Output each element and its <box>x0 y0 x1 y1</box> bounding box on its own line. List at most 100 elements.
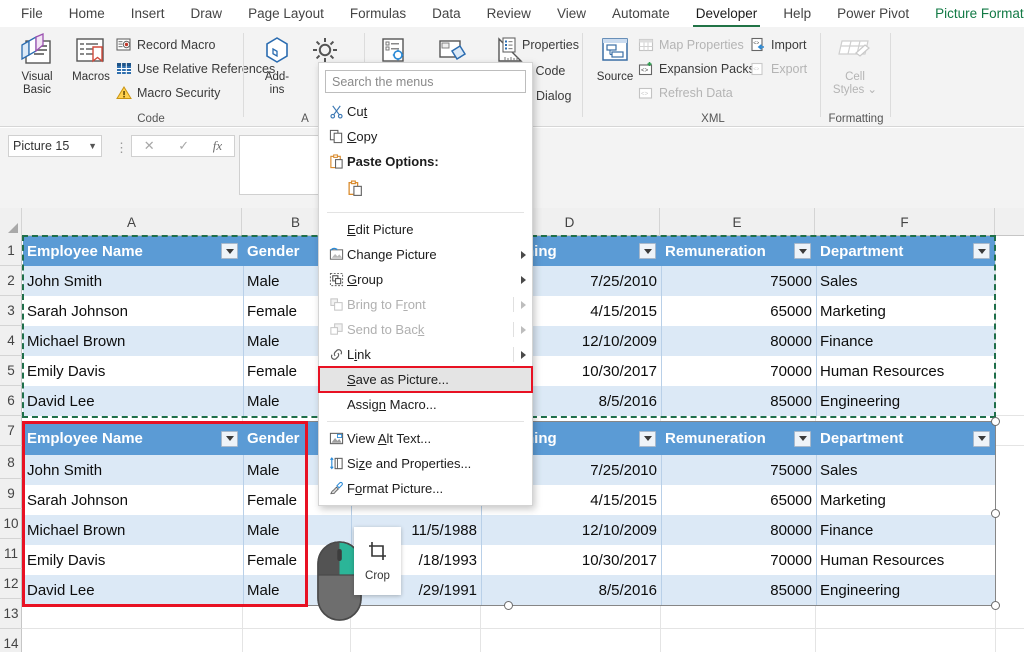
column-header-G[interactable] <box>995 208 1024 236</box>
properties-button[interactable]: Properties <box>501 37 579 53</box>
menu-item-edit-picture[interactable]: Edit Picture <box>319 217 532 242</box>
pic-filter-button-employee-name <box>221 430 238 447</box>
resize-handle-top-right[interactable] <box>991 417 1000 426</box>
tab-insert[interactable]: Insert <box>118 3 178 24</box>
paste-option-picture-icon[interactable] <box>347 180 364 202</box>
tab-page-layout[interactable]: Page Layout <box>235 3 337 24</box>
import-button[interactable]: <> Import <box>750 37 806 53</box>
menu-item-copy[interactable]: Copy <box>319 124 532 149</box>
column-header-A[interactable]: A <box>22 208 242 236</box>
filter-button-employee-name[interactable] <box>221 243 238 259</box>
menu-item-link[interactable]: Link <box>319 342 532 367</box>
tab-file[interactable]: File <box>8 3 56 24</box>
cell-remuneration: 80000 <box>661 326 816 356</box>
menu-item-assign-macro[interactable]: Assign Macro... <box>319 392 532 417</box>
chevron-down-icon[interactable]: ▼ <box>88 141 97 151</box>
menu-item-cut[interactable]: Cut <box>319 99 532 124</box>
column-header-E[interactable]: E <box>660 208 815 236</box>
search-menus-placeholder: Search the menus <box>332 74 434 89</box>
menu-item-assign-macro-label: Assign Macro... <box>347 397 437 412</box>
cell-remuneration: 75000 <box>661 266 816 296</box>
row-header-14[interactable]: 14 <box>0 629 22 652</box>
cell-employee-name: Michael Brown <box>23 326 243 356</box>
row-header-12[interactable]: 12 <box>0 569 22 599</box>
tab-developer[interactable]: Developer <box>683 3 771 27</box>
menu-item-save-as-picture[interactable]: Save as Picture... <box>318 366 533 393</box>
cell-department: Sales <box>816 266 995 296</box>
tab-review[interactable]: Review <box>474 3 544 24</box>
tab-power-pivot[interactable]: Power Pivot <box>824 3 922 24</box>
row-header-4[interactable]: 4 <box>0 326 22 356</box>
tab-home[interactable]: Home <box>56 3 118 24</box>
tab-data[interactable]: Data <box>419 3 474 24</box>
cancel-icon[interactable]: ✕ <box>144 138 155 154</box>
cell-department: Engineering <box>816 386 995 416</box>
menu-item-change-picture[interactable]: Change Picture <box>319 242 532 267</box>
row-header-10[interactable]: 10 <box>0 509 22 539</box>
column-header-F[interactable]: F <box>815 208 995 236</box>
export-icon: <> <box>750 61 766 77</box>
map-properties-button[interactable]: Map Properties <box>638 37 744 53</box>
tab-draw[interactable]: Draw <box>178 3 236 24</box>
pic-cell-department: Marketing <box>816 485 995 515</box>
pic-cell-department: Engineering <box>816 575 995 605</box>
refresh-data-button[interactable]: <> Refresh Data <box>638 85 733 101</box>
macro-security-button[interactable]: Macro Security <box>116 85 220 101</box>
row-header-11[interactable]: 11 <box>0 539 22 569</box>
crop-mini-toolbar[interactable]: Crop <box>354 527 401 595</box>
macros-icon <box>64 33 118 69</box>
row-header-3[interactable]: 3 <box>0 296 22 326</box>
pic-cell-department: Finance <box>816 515 995 545</box>
menu-item-group[interactable]: Group <box>319 267 532 292</box>
select-all-corner[interactable] <box>0 208 22 236</box>
row-header-6[interactable]: 6 <box>0 386 22 416</box>
name-box[interactable]: Picture 15 ▼ <box>8 135 102 157</box>
row-header-8[interactable]: 8 <box>0 446 22 479</box>
macros-button[interactable]: Macros <box>64 33 118 84</box>
tab-view[interactable]: View <box>544 3 599 24</box>
submenu-arrow-icon <box>521 300 526 309</box>
menu-item-size-and-properties[interactable]: Size and Properties... <box>319 451 532 476</box>
resize-handle-bottom-center[interactable] <box>504 601 513 610</box>
resize-handle-bottom-right[interactable] <box>991 601 1000 610</box>
menu-item-view-alt-text[interactable]: View Alt Text... <box>319 426 532 451</box>
map-properties-icon <box>638 37 654 53</box>
visual-basic-button[interactable]: Visual Basic <box>10 33 64 97</box>
header-department[interactable]: Department <box>816 236 995 266</box>
row-header-5[interactable]: 5 <box>0 356 22 386</box>
filter-button-date-of-joining[interactable] <box>639 243 656 259</box>
row-header-2[interactable]: 2 <box>0 266 22 296</box>
enter-icon[interactable]: ✓ <box>178 138 189 154</box>
tab-picture-format[interactable]: Picture Format <box>922 3 1024 24</box>
menu-item-format-picture[interactable]: Format Picture... <box>319 476 532 501</box>
row-header-13[interactable]: 13 <box>0 599 22 629</box>
change-picture-icon <box>325 247 347 262</box>
add-ins-button[interactable]: Add- ins <box>250 33 304 97</box>
export-button[interactable]: <> Export <box>750 61 807 77</box>
row-header-1[interactable]: 1 <box>0 236 22 266</box>
cell-styles-button[interactable]: Cell Styles ⌄ <box>828 33 882 97</box>
source-button[interactable]: Source <box>588 33 642 84</box>
tab-automate[interactable]: Automate <box>599 3 683 24</box>
row-header-7[interactable]: 7 <box>0 416 22 446</box>
cell-remuneration: 70000 <box>661 356 816 386</box>
expansion-packs-button[interactable]: <> Expansion Packs <box>638 61 755 77</box>
header-remuneration[interactable]: Remuneration <box>661 236 816 266</box>
record-macro-button[interactable]: Record Macro <box>116 37 216 53</box>
row-header-9[interactable]: 9 <box>0 479 22 509</box>
header-employee-name[interactable]: Employee Name <box>23 236 243 266</box>
properties-label: Properties <box>522 38 579 52</box>
tab-formulas[interactable]: Formulas <box>337 3 419 24</box>
search-menus-input[interactable]: Search the menus <box>325 70 526 93</box>
filter-button-remuneration[interactable] <box>794 243 811 259</box>
resize-handle-middle-right[interactable] <box>991 509 1000 518</box>
insert-function-icon[interactable]: fx <box>213 138 222 154</box>
expansion-packs-label: Expansion Packs <box>659 62 755 76</box>
tab-help[interactable]: Help <box>770 3 824 24</box>
filter-button-department[interactable] <box>973 243 990 259</box>
code-group-label: Code <box>137 113 165 125</box>
header-employee-name-label: Employee Name <box>27 242 143 260</box>
ribbon-separator-5 <box>890 33 891 117</box>
copy-icon <box>325 129 347 144</box>
run-dialog-button[interactable]: Dialog <box>536 89 571 103</box>
